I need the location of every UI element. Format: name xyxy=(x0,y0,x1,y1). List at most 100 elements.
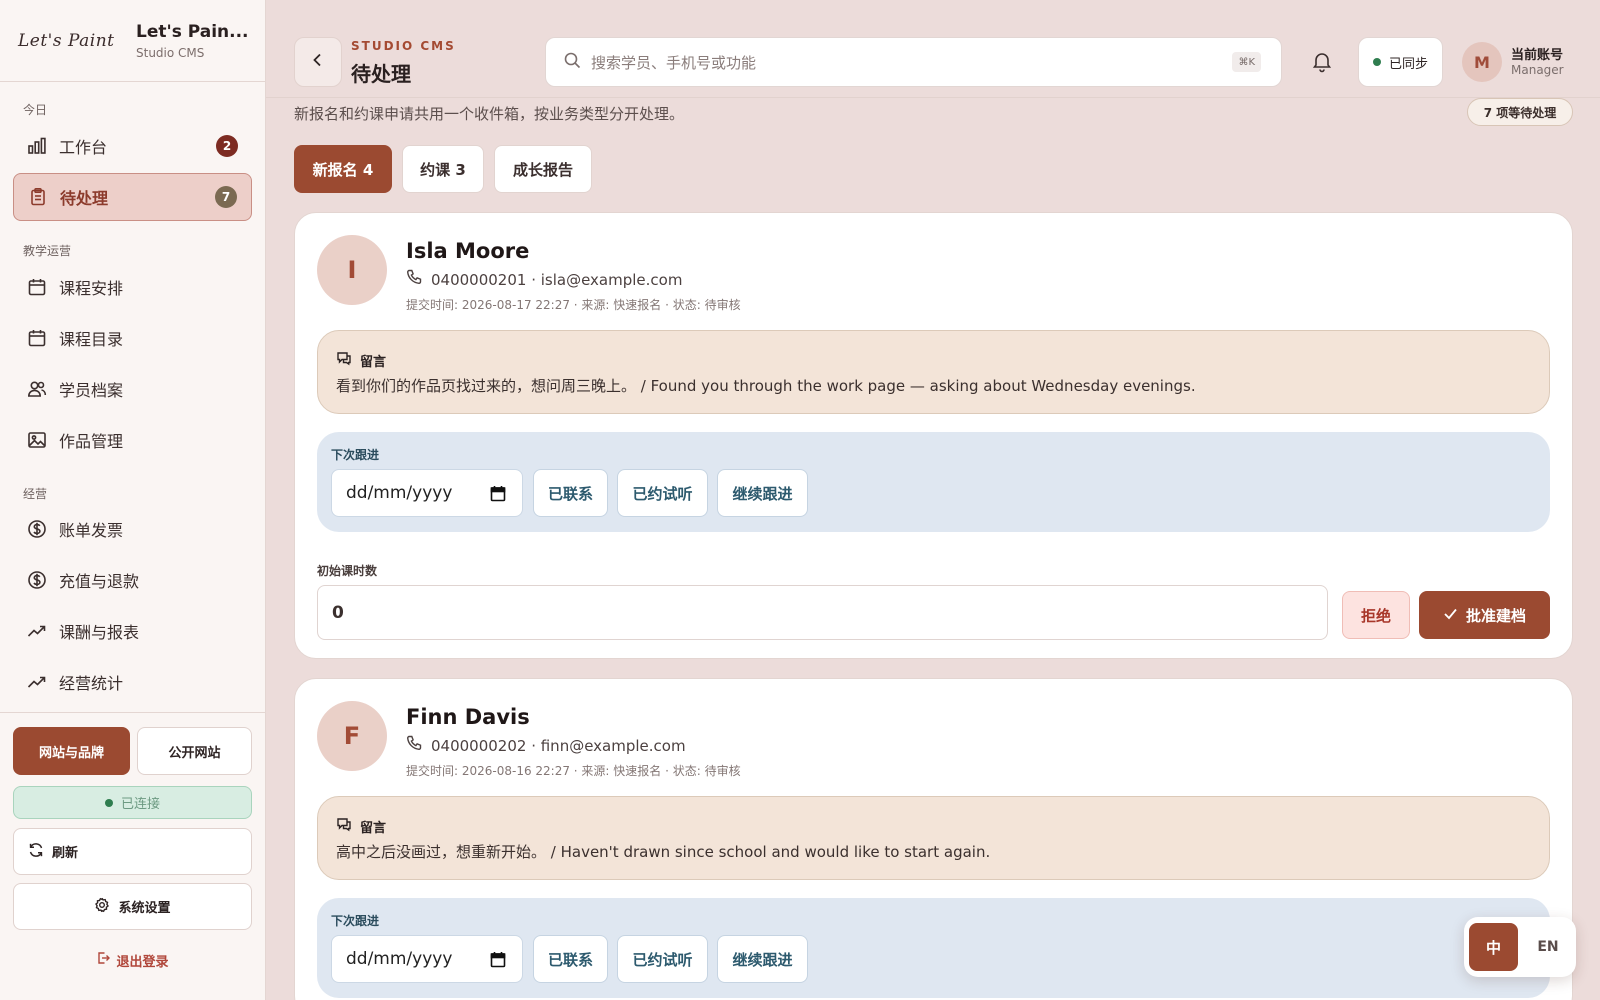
sidebar-item-label: 学员档案 xyxy=(59,381,124,400)
account-name[interactable]: 当前账号 xyxy=(1511,44,1563,63)
status-dot-icon xyxy=(1372,58,1381,66)
sidebar-item-payroll-reports[interactable]: 课酬与报表 xyxy=(13,607,252,655)
calendar-icon xyxy=(27,328,47,348)
tab-new-enrollments[interactable]: 新报名 4 xyxy=(294,145,392,193)
approve-button[interactable]: 批准建档 xyxy=(1419,591,1550,639)
language-en-button[interactable]: EN xyxy=(1526,923,1570,971)
keyboard-shortcut: ⌘K xyxy=(1232,52,1261,72)
sidebar-item-label: 经营统计 xyxy=(59,674,124,693)
users-icon xyxy=(27,379,47,399)
sidebar-item-label: 课程安排 xyxy=(59,279,124,298)
sidebar-item-works[interactable]: 作品管理 xyxy=(13,416,252,464)
chat-bubble-icon xyxy=(336,350,352,370)
sidebar-item-pending[interactable]: 待处理 7 xyxy=(13,173,252,221)
sidebar-item-label: 账单发票 xyxy=(59,521,124,540)
language-zh-button[interactable]: 中 xyxy=(1469,923,1518,971)
system-settings-button[interactable]: 系统设置 xyxy=(13,883,252,930)
sidebar-item-topup-refund[interactable]: 充值与退款 xyxy=(13,556,252,604)
search-bar[interactable]: 搜索学员、手机号或功能 ⌘K xyxy=(545,37,1282,87)
section-label-business: 经营 xyxy=(23,487,48,501)
trial-booked-button[interactable]: 已约试听 xyxy=(617,935,708,983)
followup-date-input[interactable]: dd/mm/yyyy xyxy=(331,469,523,517)
sidebar-item-schedule[interactable]: 课程安排 xyxy=(13,263,252,311)
applicant-name: Finn Davis xyxy=(406,705,530,729)
sidebar-item-billing[interactable]: 账单发票 xyxy=(13,505,252,553)
message-label: 留言 xyxy=(336,816,386,836)
gear-icon xyxy=(94,897,110,917)
initial-hours-label: 初始课时数 xyxy=(317,564,378,578)
phone-icon xyxy=(406,269,423,290)
sidebar-divider xyxy=(0,712,266,713)
section-label-teaching: 教学运营 xyxy=(23,244,72,258)
enrollment-card: F Finn Davis 0400000202 · finn@example.c… xyxy=(294,678,1573,1000)
refresh-button[interactable]: 刷新 xyxy=(13,828,252,875)
sync-status-label: 已同步 xyxy=(1388,56,1428,72)
message-text: 看到你们的作品页找过来的，想问周三晚上。 / Found you through… xyxy=(336,377,1196,395)
applicant-contact-text: 0400000201 · isla@example.com xyxy=(431,270,683,289)
trending-up-icon xyxy=(27,672,47,692)
message-box: 留言 看到你们的作品页找过来的，想问周三晚上。 / Found you thro… xyxy=(317,330,1550,414)
applicant-contact: 0400000202 · finn@example.com xyxy=(406,735,686,756)
trial-booked-button[interactable]: 已约试听 xyxy=(617,469,708,517)
followup-label: 下次跟进 xyxy=(331,448,380,462)
connection-status-label: 已连接 xyxy=(120,797,160,812)
submission-meta: 提交时间: 2026-08-16 22:27 · 来源: 快速报名 · 状态: … xyxy=(406,764,741,778)
sidebar-item-label: 课酬与报表 xyxy=(59,623,140,642)
logout-link[interactable]: 退出登录 xyxy=(13,948,252,972)
search-input[interactable]: 搜索学员、手机号或功能 xyxy=(591,52,756,73)
dollar-circle-icon xyxy=(27,570,47,590)
trending-up-icon xyxy=(27,621,47,641)
sidebar-item-business-stats[interactable]: 经营统计 xyxy=(13,658,252,706)
followup-panel: 下次跟进 dd/mm/yyyy 已联系 已约试听 继续跟进 xyxy=(317,432,1550,532)
notifications-button[interactable] xyxy=(1310,49,1336,75)
system-settings-label: 系统设置 xyxy=(118,901,171,916)
calendar-icon[interactable] xyxy=(490,485,506,507)
sidebar-item-label: 工作台 xyxy=(59,138,108,157)
continue-followup-button[interactable]: 继续跟进 xyxy=(717,469,808,517)
followup-date-input[interactable]: dd/mm/yyyy xyxy=(331,935,523,983)
continue-followup-button[interactable]: 继续跟进 xyxy=(717,935,808,983)
message-text: 高中之后没画过，想重新开始。 / Haven't drawn since sch… xyxy=(336,843,991,861)
page-eyebrow: STUDIO CMS xyxy=(351,39,456,53)
brand-subtitle: Studio CMS xyxy=(136,45,205,60)
pending-count-badge: 7 项等待处理 xyxy=(1467,98,1573,126)
submission-meta: 提交时间: 2026-08-17 22:27 · 来源: 快速报名 · 状态: … xyxy=(406,298,741,312)
sidebar-item-label: 课程目录 xyxy=(59,330,124,349)
calendar-icon xyxy=(27,277,47,297)
phone-icon xyxy=(406,735,423,756)
bell-icon xyxy=(1310,53,1334,77)
calendar-icon[interactable] xyxy=(490,951,506,973)
reject-button[interactable]: 拒绝 xyxy=(1342,591,1410,639)
contacted-button[interactable]: 已联系 xyxy=(533,935,608,983)
clipboard-icon xyxy=(28,187,48,207)
refresh-label: 刷新 xyxy=(52,846,79,861)
sidebar: Let's Paint Let's Pain... Studio CMS 今日 … xyxy=(0,0,266,1000)
count-badge: 7 xyxy=(215,186,237,208)
status-dot-icon xyxy=(104,798,113,807)
enrollment-card: I Isla Moore 0400000201 · isla@example.c… xyxy=(294,212,1573,659)
refresh-icon xyxy=(28,842,44,862)
image-icon xyxy=(27,430,47,450)
logout-label: 退出登录 xyxy=(116,954,169,970)
approve-label: 批准建档 xyxy=(1465,606,1526,625)
tab-growth-reports[interactable]: 成长报告 xyxy=(494,145,592,193)
contacted-button[interactable]: 已联系 xyxy=(533,469,608,517)
sidebar-item-catalog[interactable]: 课程目录 xyxy=(13,314,252,362)
sidebar-item-label: 充值与退款 xyxy=(59,572,140,591)
account-avatar[interactable]: M xyxy=(1462,42,1502,82)
sidebar-item-students[interactable]: 学员档案 xyxy=(13,365,252,413)
applicant-name: Isla Moore xyxy=(406,239,530,263)
sidebar-item-label: 待处理 xyxy=(60,189,109,208)
tab-bookings[interactable]: 约课 3 xyxy=(402,145,484,193)
account-role: Manager xyxy=(1511,63,1564,77)
public-site-button[interactable]: 公开网站 xyxy=(137,727,252,775)
chat-bubble-icon xyxy=(336,816,352,836)
applicant-avatar: F xyxy=(317,701,387,771)
website-brand-button[interactable]: 网站与品牌 xyxy=(13,727,130,775)
message-label: 留言 xyxy=(336,350,386,370)
sidebar-item-dashboard[interactable]: 工作台 2 xyxy=(13,122,252,170)
back-button[interactable] xyxy=(294,37,342,87)
initial-hours-input[interactable]: 0 xyxy=(317,585,1328,640)
check-icon xyxy=(1443,606,1458,625)
sync-status: 已同步 xyxy=(1358,37,1443,87)
